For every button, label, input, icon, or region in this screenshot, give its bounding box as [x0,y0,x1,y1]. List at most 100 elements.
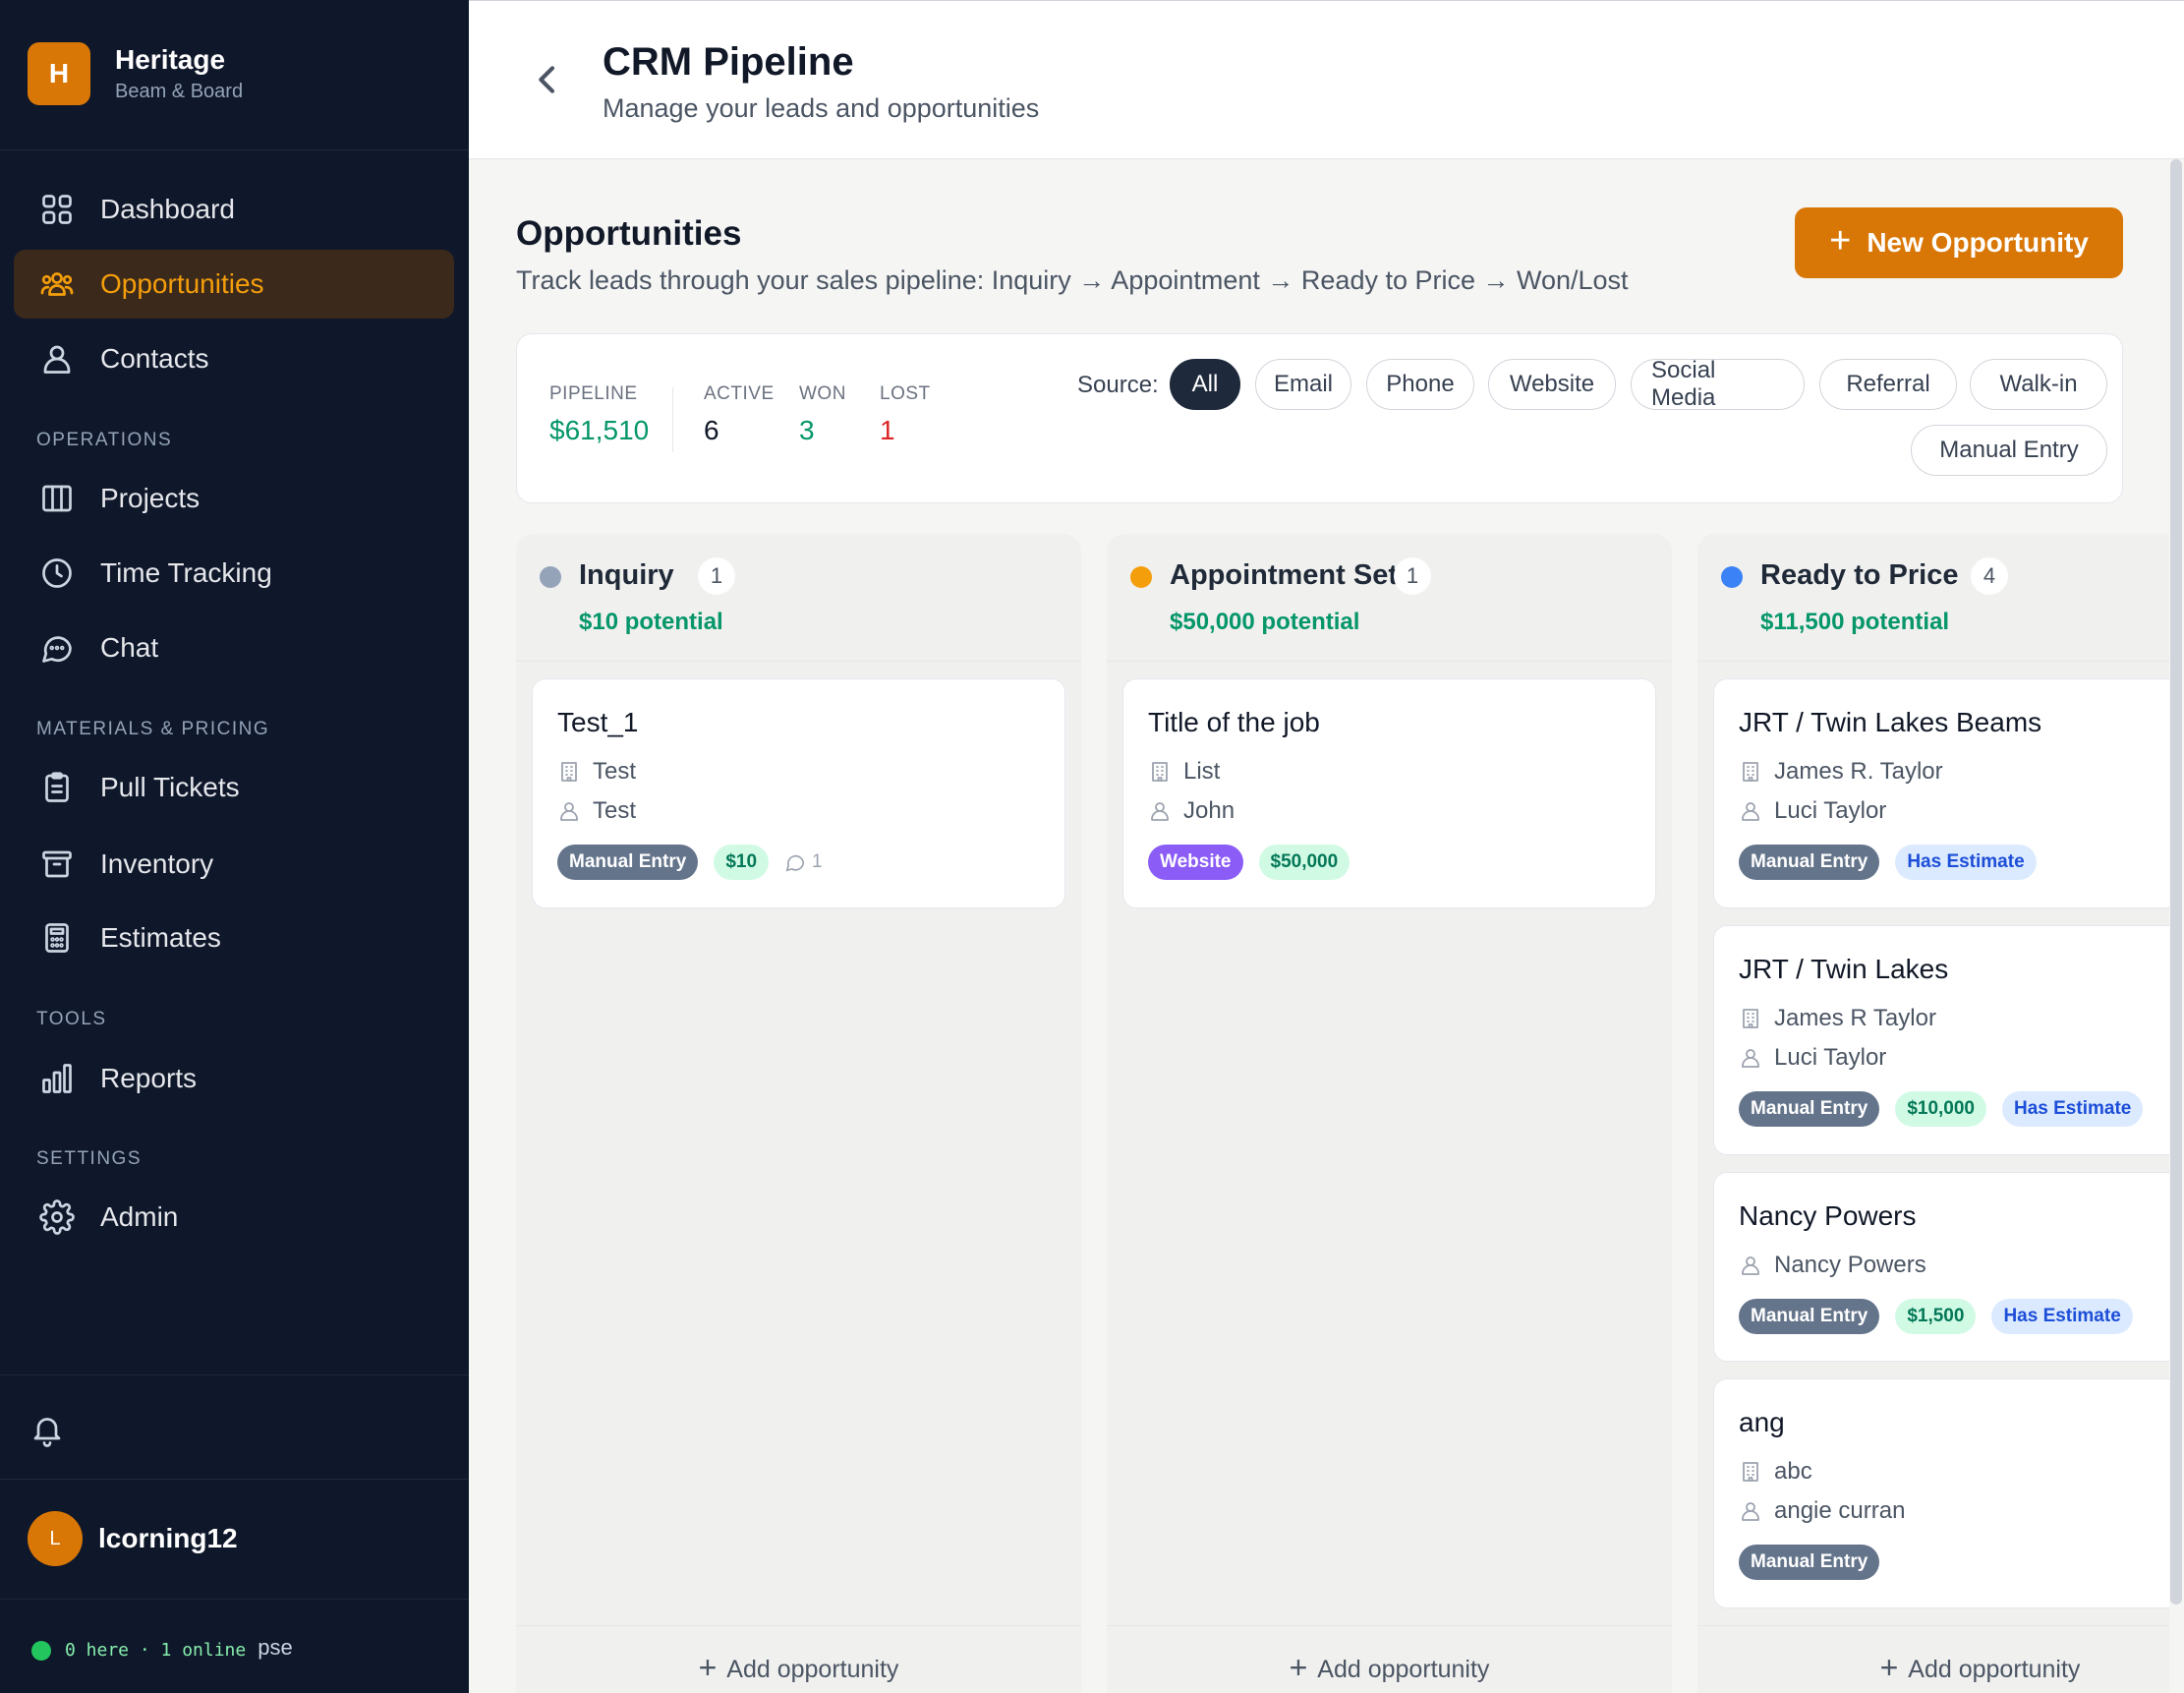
card-contact: Luci Taylor [1739,1044,1886,1072]
source-badge: Manual Entry [1739,1299,1880,1334]
source-chip-phone[interactable]: Phone [1366,359,1474,410]
column-header: Ready to Price 4 $11,500 potential [1697,534,2169,662]
column-title: Appointment Set [1170,559,1398,591]
user-menu[interactable]: L lcorning12 [28,1511,238,1566]
pipeline-column-appointment-set: Appointment Set 1 $50,000 potential Titl… [1107,534,1672,1693]
online-dot-icon [31,1640,51,1661]
pipeline-column-inquiry: Inquiry 1 $10 potential Test_1 Test Test… [516,534,1081,1693]
stat-value: 1 [880,415,895,445]
comment-icon [785,854,805,872]
nav-pull-tickets[interactable]: Pull Tickets [14,753,454,822]
column-potential: $11,500 potential [1760,609,1950,635]
opportunity-card[interactable]: JRT / Twin Lakes Beams James R. Taylor L… [1713,678,2169,908]
stat-value: 3 [799,415,815,445]
card-title: JRT / Twin Lakes Beams [1739,707,2042,737]
opportunity-card[interactable]: Nancy Powers Nancy Powers Manual Entry $… [1713,1172,2169,1362]
notifications-bell-icon[interactable] [29,1412,65,1447]
add-opportunity-button[interactable]: + Add opportunity [516,1625,1081,1693]
nav-projects[interactable]: Projects [14,464,454,533]
nav-dashboard[interactable]: Dashboard [14,175,454,244]
card-badges: Manual Entry $10 1 [557,845,823,880]
presence-text: 0 here · 1 online [65,1640,247,1661]
source-filter-label: Source: [1077,372,1159,398]
estimate-badge: Has Estimate [2002,1091,2144,1127]
card-title: Test_1 [557,707,639,737]
presence-indicator: 0 here · 1 online pse [31,1635,293,1661]
value-badge: $50,000 [1258,845,1351,880]
stat-divider [672,387,673,452]
card-company: James R. Taylor [1739,758,1943,786]
card-contact: John [1148,797,1235,825]
plus-icon: + [698,1650,718,1685]
new-opportunity-label: New Opportunity [1867,227,2089,258]
brand[interactable]: H Heritage Beam & Board [28,42,243,105]
nav-inventory[interactable]: Inventory [14,830,454,899]
nav-opportunities[interactable]: Opportunities [14,250,454,319]
nav-chat[interactable]: Chat [14,613,454,682]
stage-dot-icon [1130,566,1152,588]
stat-won: WON 3 [799,383,846,446]
nav-label: Chat [100,632,159,663]
opportunity-card[interactable]: JRT / Twin Lakes James R Taylor Luci Tay… [1713,925,2169,1155]
value-badge: $10,000 [1895,1091,1986,1127]
columns-icon [39,481,75,516]
nav-contacts[interactable]: Contacts [14,324,454,393]
new-opportunity-button[interactable]: + New Opportunity [1795,207,2123,278]
column-potential: $10 potential [579,609,723,635]
clock-icon [39,555,75,591]
stage-dot-icon [1721,566,1743,588]
card-title: JRT / Twin Lakes [1739,954,1949,984]
opportunity-card[interactable]: Title of the job List John Website $50,0… [1122,678,1656,908]
opportunity-card[interactable]: ang abc angie curran Manual Entry [1713,1378,2169,1608]
nav-estimates[interactable]: Estimates [14,904,454,972]
source-chip-social-media[interactable]: Social Media [1631,357,1805,411]
nav-admin[interactable]: Admin [14,1183,454,1252]
section-label-settings: SETTINGS [36,1148,143,1169]
source-chip-website[interactable]: Website [1488,359,1616,410]
user-icon [1742,1502,1759,1521]
user-icon [560,802,578,821]
card-title: Title of the job [1148,707,1320,737]
presence-tail: pse [258,1634,293,1660]
page-title: CRM Pipeline [603,40,854,84]
user-icon [1151,802,1169,821]
source-chip-all[interactable]: All [1170,359,1240,410]
source-chip-email[interactable]: Email [1255,359,1351,410]
column-count: 1 [698,557,735,595]
sidebar-divider [0,1479,469,1480]
stat-active: ACTIVE 6 [704,383,775,446]
column-count: 4 [1971,557,2008,595]
opportunity-card[interactable]: Test_1 Test Test Manual Entry $10 1 [532,678,1065,908]
add-opportunity-button[interactable]: + Add opportunity [1107,1625,1672,1693]
plus-icon: + [1829,219,1852,262]
main-content: Opportunities Track leads through your s… [469,159,2169,1693]
section-label-materials: MATERIALS & PRICING [36,719,270,739]
stat-label: PIPELINE [549,383,638,404]
card-title: ang [1739,1407,1785,1437]
users-group-icon [39,266,75,302]
scrollbar[interactable] [2170,159,2182,1605]
sidebar-divider [0,1374,469,1375]
stat-pipeline: PIPELINE $61,510 [549,383,649,446]
column-potential: $50,000 potential [1170,609,1360,635]
card-contact: Nancy Powers [1739,1252,1926,1279]
bar-chart-icon [39,1061,75,1096]
stat-value: $61,510 [549,415,650,445]
nav-label: Opportunities [100,268,264,299]
source-chip-referral[interactable]: Referral [1819,359,1957,410]
user-icon [1742,1049,1759,1068]
nav-label: Admin [100,1201,179,1232]
add-opportunity-button[interactable]: + Add opportunity [1697,1625,2169,1693]
source-chip-walk-in[interactable]: Walk-in [1970,359,2107,410]
stat-label: LOST [880,383,931,404]
nav-reports[interactable]: Reports [14,1044,454,1113]
chevron-left-icon [539,66,555,93]
building-icon [1743,1462,1758,1482]
sidebar-divider [0,1599,469,1600]
user-icon [1742,802,1759,821]
back-button[interactable] [528,60,567,99]
source-chip-manual-entry[interactable]: Manual Entry [1911,425,2107,476]
card-badges: Manual Entry [1739,1545,1895,1580]
nav-time-tracking[interactable]: Time Tracking [14,539,454,608]
stat-value: 6 [704,415,719,445]
